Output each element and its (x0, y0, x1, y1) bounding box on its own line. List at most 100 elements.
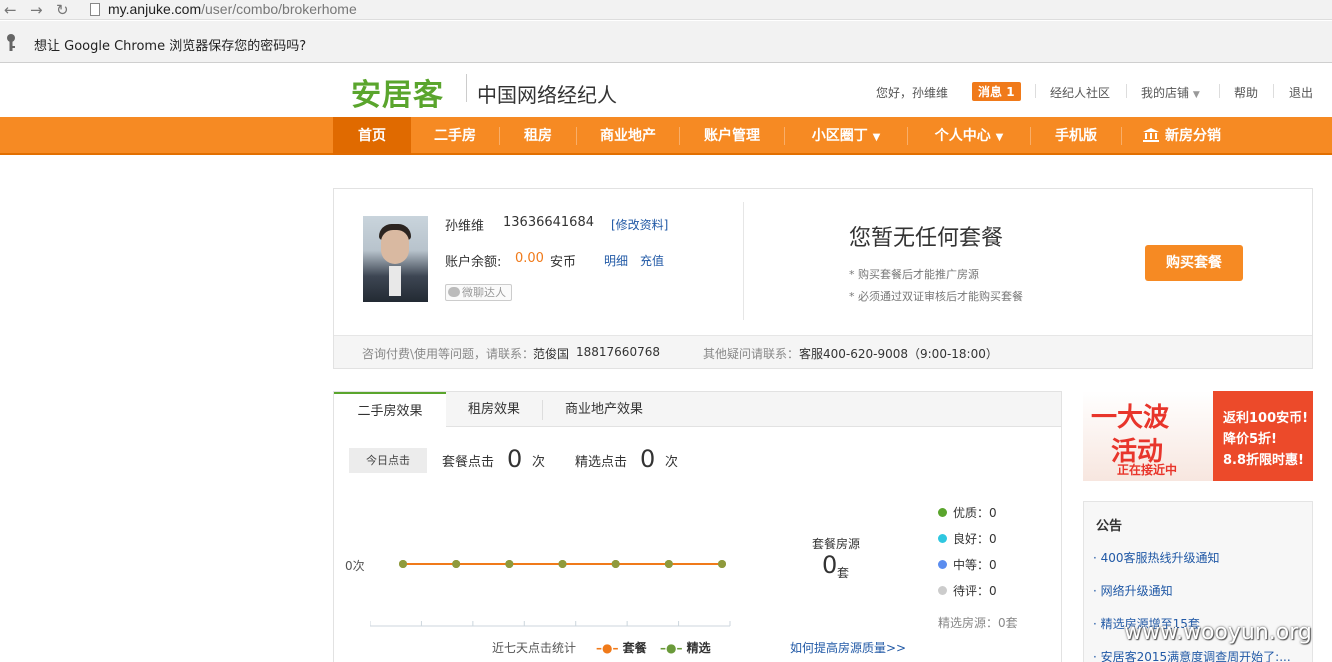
site-logo[interactable]: 安居客 (351, 70, 444, 114)
selected-click-unit: 次 (665, 455, 679, 470)
no-package-title: 您暂无任何套餐 (849, 226, 1004, 251)
consult-label: 咨询付费\使用等问题，请联系： (362, 347, 535, 361)
today-clicks-button[interactable]: 今日点击 (349, 448, 427, 473)
nav-rent[interactable]: 租房 (500, 117, 576, 155)
watermark: www.wooyun.org (1124, 620, 1312, 645)
url-text[interactable]: my.anjuke.com/user/combo/brokerhome (108, 1, 357, 17)
logout-link[interactable]: 退出 (1289, 84, 1313, 101)
notice-item[interactable]: · 400客服热线升级通知 (1093, 549, 1220, 566)
help-link[interactable]: 帮助 (1234, 84, 1258, 101)
balance-unit: 安币 (550, 255, 577, 270)
toplink-divider (1273, 84, 1274, 98)
promo-rebate: 返利100安币! (1223, 411, 1309, 426)
promo-line-3: 正在接近中 (1117, 463, 1178, 477)
chart-y-tick: 0次 (345, 559, 365, 573)
series-point (505, 560, 514, 568)
profile-name: 孙维维 (445, 219, 485, 234)
page-icon (90, 3, 100, 16)
nav-community-garden[interactable]: 小区圈丁 ▼ (785, 117, 907, 155)
nav-commercial[interactable]: 商业地产 (577, 117, 679, 155)
greeting-text: 您好，孙维维 (876, 86, 949, 100)
nav-home[interactable]: 首页 (333, 117, 411, 155)
tab-commercial-effect[interactable]: 商业地产效果 (543, 392, 665, 427)
nav-personal-center[interactable]: 个人中心 ▼ (908, 117, 1030, 155)
quality-dot (938, 534, 947, 543)
toplink-divider (1035, 84, 1036, 98)
nav-secondhand[interactable]: 二手房 (411, 117, 499, 155)
caret-down-icon: ▼ (1192, 90, 1200, 100)
card-divider (743, 202, 744, 320)
balance-value: 0.00 (515, 251, 544, 266)
package-click-value: 0 (507, 445, 523, 473)
legend-package-marker: –●– (596, 641, 619, 655)
tab-secondhand-effect[interactable]: 二手房效果 (334, 392, 446, 428)
series-point (718, 560, 726, 568)
series-point (399, 560, 407, 568)
promo-discount: 降价5折! (1223, 432, 1277, 447)
chat-bubble-icon (448, 287, 460, 297)
password-save-bar: 想让 Google Chrome 浏览器保存您的密码吗? (0, 21, 1332, 63)
reload-icon[interactable]: ↻ (56, 1, 69, 19)
buy-package-button[interactable]: 购买套餐 (1145, 245, 1243, 281)
profile-phone: 13636641684 (503, 215, 594, 230)
other-contact: 客服400-620-9008（9:00-18:00） (799, 347, 998, 361)
quality-dot (938, 508, 947, 517)
legend-selected: –●– 精选 (660, 641, 711, 655)
site-subtitle: 中国网络经纪人 (477, 83, 617, 107)
legend-selected-marker: –●– (660, 641, 683, 655)
wechat-badge: 微聊达人 (445, 284, 512, 301)
improve-quality-link[interactable]: 如何提高房源质量>> (790, 639, 906, 656)
browser-url-bar: ← → ↻ my.anjuke.com/user/combo/brokerhom… (0, 0, 1332, 20)
notice-title: 公告 (1096, 519, 1123, 534)
quality-medium: 中等：0 (938, 556, 997, 573)
click-trend-chart (370, 560, 731, 627)
detail-link[interactable]: 明细 (604, 252, 628, 269)
bank-icon (1143, 119, 1159, 157)
package-click-unit: 次 (532, 455, 546, 470)
quality-good: 良好：0 (938, 530, 997, 547)
recharge-link[interactable]: 充值 (640, 252, 664, 269)
promo-line-1: 一大波 (1091, 403, 1170, 433)
password-prompt-text: 想让 Google Chrome 浏览器保存您的密码吗? (34, 39, 307, 54)
consult-phone: 18817660768 (576, 345, 660, 359)
nav-mobile[interactable]: 手机版 (1031, 117, 1121, 155)
chart-title: 近七天点击统计 (492, 641, 577, 655)
quality-dot (938, 560, 947, 569)
notice-item[interactable]: · 安居客2015满意度调查周开始了:... (1093, 648, 1291, 662)
balance-label: 账户余额: (445, 255, 502, 270)
nav-new-house[interactable]: 新房分销 (1122, 117, 1242, 155)
package-note-2: * 必须通过双证审核后才能购买套餐 (849, 290, 1023, 303)
caret-down-icon: ▼ (995, 132, 1004, 143)
legend-package: –●– 套餐 (596, 641, 647, 655)
package-listings-label: 套餐房源 (812, 537, 861, 551)
messages-badge[interactable]: 消息 1 (972, 82, 1021, 101)
series-point (558, 560, 567, 568)
selected-click-value: 0 (640, 445, 656, 473)
quality-dot (938, 586, 947, 595)
selected-listings: 精选房源：0套 (938, 616, 1018, 630)
package-listings-value: 0 (822, 551, 838, 579)
back-arrow-icon[interactable]: ← (4, 1, 17, 19)
forward-arrow-icon[interactable]: → (30, 1, 43, 19)
promo-limited: 8.8折限时惠! (1223, 453, 1304, 468)
series-point (664, 560, 673, 568)
package-click-label: 套餐点击 (442, 455, 495, 470)
my-shop-link[interactable]: 我的店铺 ▼ (1141, 84, 1200, 101)
notice-item[interactable]: · 网络升级通知 (1093, 582, 1173, 599)
community-link[interactable]: 经纪人社区 (1050, 84, 1110, 101)
toplink-divider (1126, 84, 1127, 98)
quality-pending: 待评：0 (938, 582, 997, 599)
tab-rent-effect[interactable]: 租房效果 (446, 392, 542, 427)
edit-profile-link[interactable]: [修改资料] (611, 216, 668, 233)
series-point (611, 560, 620, 568)
nav-account[interactable]: 账户管理 (680, 117, 784, 155)
selected-click-label: 精选点击 (575, 455, 628, 470)
other-label: 其他疑问请联系： (703, 347, 800, 361)
logo-divider (466, 74, 467, 102)
promo-banner[interactable]: 一大波 活动 正在接近中 返利100安币! 降价5折! 8.8折限时惠! (1083, 391, 1313, 481)
package-listings-unit: 套 (837, 566, 850, 580)
toplink-divider (1219, 84, 1220, 98)
series-point (452, 560, 461, 568)
package-note-1: * 购买套餐后才能推广房源 (849, 268, 979, 281)
avatar (363, 216, 428, 302)
